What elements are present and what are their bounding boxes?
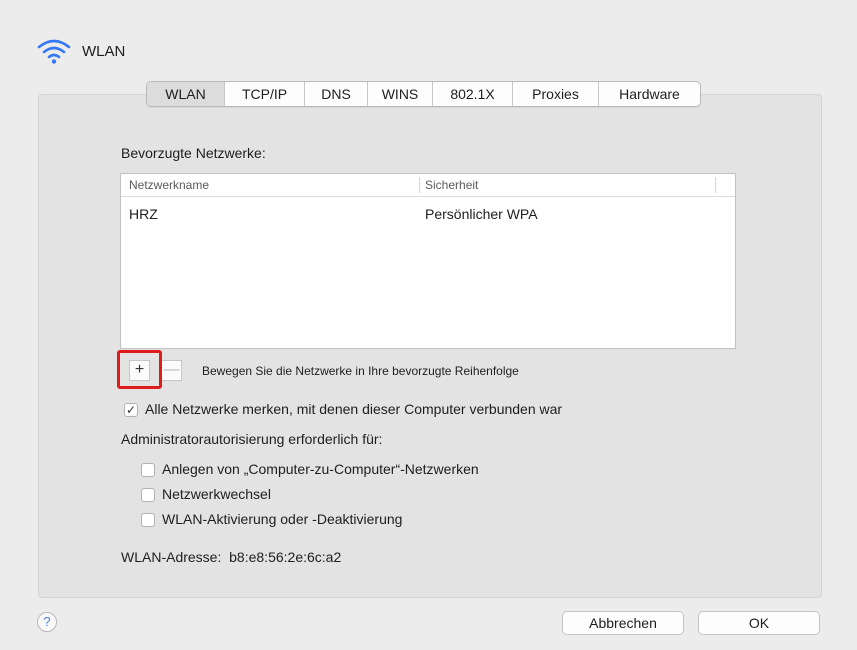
preferred-networks-label: Bevorzugte Netzwerke: (121, 145, 266, 161)
adhoc-networks-label: Anlegen von „Computer-zu-Computer“-Netzw… (162, 461, 479, 477)
tab-8021x[interactable]: 802.1X (433, 82, 513, 106)
adhoc-networks-checkbox[interactable] (141, 463, 155, 477)
wifi-icon (36, 38, 72, 64)
column-header-security[interactable]: Sicherheit (425, 174, 478, 196)
wlan-address-value: b8:e8:56:2e:6c:a2 (229, 549, 342, 565)
window-title: WLAN (82, 42, 126, 60)
tab-wlan[interactable]: WLAN (147, 82, 225, 106)
column-divider (419, 177, 420, 193)
remember-networks-checkbox[interactable]: ✓ (124, 403, 138, 417)
admin-auth-label: Administratorautorisierung erforderlich … (121, 431, 383, 447)
tab-dns[interactable]: DNS (305, 82, 368, 106)
wlan-toggle-checkbox[interactable] (141, 513, 155, 527)
ok-button[interactable]: OK (698, 611, 820, 635)
tab-proxies[interactable]: Proxies (513, 82, 599, 106)
tab-tcpip[interactable]: TCP/IP (225, 82, 305, 106)
tab-bar: WLAN TCP/IP DNS WINS 802.1X Proxies Hard… (146, 81, 701, 107)
remove-network-button[interactable]: — (161, 360, 182, 381)
network-change-label: Netzwerkwechsel (162, 486, 271, 502)
wlan-address: WLAN-Adresse: b8:e8:56:2e:6c:a2 (121, 549, 341, 565)
network-security-cell: Persönlicher WPA (425, 206, 538, 222)
cancel-button[interactable]: Abbrechen (562, 611, 684, 635)
preferred-networks-table[interactable]: Netzwerkname Sicherheit HRZ Persönlicher… (120, 173, 736, 349)
wlan-toggle-label: WLAN-Aktivierung oder -Deaktivierung (162, 511, 403, 527)
help-button[interactable]: ? (37, 612, 57, 632)
reorder-hint: Bewegen Sie die Netzwerke in Ihre bevorz… (202, 364, 519, 378)
window-header: WLAN (36, 36, 125, 66)
remember-networks-label: Alle Netzwerke merken, mit denen dieser … (145, 401, 563, 417)
network-change-checkbox[interactable] (141, 488, 155, 502)
add-button-highlight (117, 350, 162, 389)
column-header-network-name[interactable]: Netzwerkname (129, 174, 209, 196)
table-header: Netzwerkname Sicherheit (121, 174, 735, 197)
tab-hardware[interactable]: Hardware (599, 82, 700, 106)
column-divider (715, 177, 716, 193)
wlan-address-label: WLAN-Adresse: (121, 549, 222, 565)
tab-wins[interactable]: WINS (368, 82, 433, 106)
network-name-cell: HRZ (129, 206, 158, 222)
